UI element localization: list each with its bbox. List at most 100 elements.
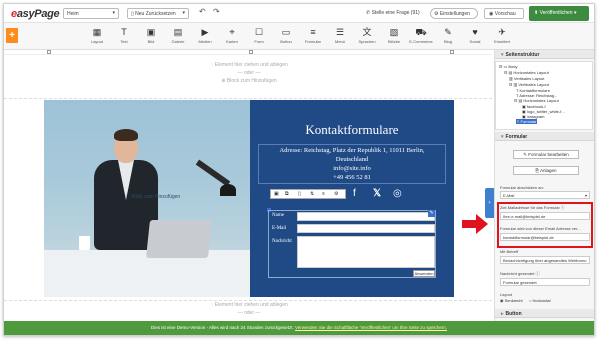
menu-icon: ☰ bbox=[335, 27, 345, 37]
preview-button[interactable]: ◉ Vorschau bbox=[484, 8, 524, 19]
subject-input[interactable]: Benachrichtigung über abgesandtes Webfor… bbox=[500, 256, 590, 264]
form-end-label: Formular abschicken an: bbox=[500, 185, 544, 190]
tool-label: E-Commerce bbox=[409, 39, 433, 44]
drop-text: Element hier ziehen und ablegen bbox=[214, 302, 288, 308]
ruler-marker[interactable] bbox=[47, 50, 51, 54]
layout-label: Layout bbox=[500, 292, 513, 297]
tree-item[interactable]: ▥ Vertikales Layout bbox=[509, 76, 544, 81]
mug bbox=[79, 236, 90, 250]
tool-blog[interactable]: ✎ Blog bbox=[435, 27, 461, 45]
ruler-marker[interactable] bbox=[249, 50, 253, 54]
contact-section[interactable]: ⬚ Klick zum Hinzufügen Kontaktformulare … bbox=[44, 100, 454, 297]
tool-formular[interactable]: ≡ Formular bbox=[300, 27, 326, 45]
editor-canvas[interactable]: ◌ Element hier ziehen und ablegen — oder… bbox=[4, 50, 494, 321]
section-title[interactable]: Kontaktformulare bbox=[250, 122, 454, 138]
add-block-link[interactable]: ⊕ Block zum Hinzufügen bbox=[44, 78, 454, 84]
move-icon[interactable]: ⇅ bbox=[310, 191, 314, 197]
instagram-icon[interactable]: ◎ bbox=[393, 188, 402, 199]
ruler-marker[interactable] bbox=[450, 50, 454, 54]
element-mini-toolbar: ▣ ⧉ ▯ ⇅ ≡ ⚙ bbox=[270, 189, 346, 199]
sender-email-label: Formular wird von dieser Email Adresse v… bbox=[500, 226, 581, 231]
layout-icon[interactable]: ▣ bbox=[274, 191, 279, 197]
tool-layout[interactable]: ▦ Layout bbox=[84, 27, 110, 45]
tool-medien[interactable]: ▶ Medien bbox=[192, 27, 218, 45]
structure-title: Seitenstruktur bbox=[505, 52, 540, 58]
divider bbox=[4, 300, 492, 301]
tree-item-body[interactable]: ⊟ ▭ Body bbox=[499, 64, 517, 69]
pencil-icon[interactable]: ✎ bbox=[428, 210, 435, 217]
submit-button[interactable]: Abwenden bbox=[413, 270, 435, 277]
twitter-x-icon[interactable]: 𝕏 bbox=[373, 188, 381, 199]
tool-text[interactable]: T Text bbox=[111, 27, 137, 45]
page-structure-header[interactable]: ▾ Seitenstruktur bbox=[495, 50, 594, 59]
media-icon: ▶ bbox=[201, 27, 209, 37]
message-field[interactable] bbox=[297, 236, 435, 268]
name-field[interactable] bbox=[297, 212, 435, 221]
publish-button[interactable]: ⬆ Veröffentlichen ▾ bbox=[529, 6, 589, 21]
status-link[interactable]: Verwenden Sie die Schaltfläche 'Veröffen… bbox=[295, 325, 447, 330]
tool-label: Social bbox=[469, 39, 481, 44]
tool-karten[interactable]: ⌖ Karten bbox=[219, 27, 245, 45]
drop-zone-top[interactable]: ◌ Element hier ziehen und ablegen — oder… bbox=[44, 62, 454, 84]
facebook-icon[interactable]: f bbox=[353, 188, 356, 199]
settings-icon[interactable]: ⚙ bbox=[334, 191, 338, 197]
align-icon[interactable]: ≡ bbox=[322, 191, 325, 197]
copy-icon[interactable]: ⧉ bbox=[285, 191, 289, 197]
tool-bild[interactable]: ▣ Bild bbox=[138, 27, 164, 45]
reset-button[interactable]: ▯ Neu Zurücksetzen ▾ bbox=[127, 8, 189, 19]
blocks-icon: ▧ bbox=[389, 27, 399, 37]
tool-erweitert[interactable]: ✈ Erweitert bbox=[489, 27, 515, 45]
tree-item[interactable]: ⊟ ▤ Horizontales Layout bbox=[514, 98, 559, 103]
target-email-input[interactable]: Ihre-e-mail@beispiel.de bbox=[500, 212, 590, 220]
after-send-input[interactable]: Formular gesendet bbox=[500, 278, 590, 286]
element-toolbar: + ▦ Layout T Text ▣ Bild ▤ Galerie ▶ Medien ⌖ Karte… bbox=[4, 23, 594, 50]
form-end-value: E-Mail bbox=[503, 193, 515, 198]
tree-item[interactable]: ⊟ ▤ Horizontales Layout bbox=[504, 70, 549, 75]
tool-form[interactable]: ☐ Form bbox=[246, 27, 272, 45]
email-field[interactable] bbox=[297, 224, 435, 233]
layout-vertical-radio[interactable]: ◉ Senkrecht bbox=[500, 298, 523, 303]
tool-label: Galerie bbox=[171, 39, 185, 44]
form-end-select[interactable]: E-Mail ▾ bbox=[500, 191, 590, 199]
page-select[interactable]: Heim ▾ bbox=[63, 8, 119, 19]
tree-label: Horizontales Layout bbox=[523, 98, 559, 103]
social-icon: ♥ bbox=[472, 27, 478, 37]
gallery-icon: ▤ bbox=[173, 27, 183, 37]
delete-icon[interactable]: ▯ bbox=[298, 191, 301, 197]
ask-question-button[interactable]: ✆ Stelle eine Frage (91) bbox=[366, 8, 424, 19]
divider bbox=[4, 98, 492, 99]
tool-galerie[interactable]: ▤ Galerie bbox=[165, 27, 191, 45]
tool-label: Erweitert bbox=[494, 39, 510, 44]
chevron-down-icon: ▾ bbox=[584, 193, 587, 198]
tool-social[interactable]: ♥ Social bbox=[462, 27, 488, 45]
undo-icon[interactable]: ↶ bbox=[199, 7, 206, 16]
tree-item-selected[interactable]: ≡ Formular bbox=[516, 119, 538, 124]
sender-email-input[interactable]: kontaktformular@beispiel.de bbox=[500, 233, 590, 241]
tool-label: Formular bbox=[304, 39, 321, 44]
tool-e-commerce[interactable]: ⛟ E-Commerce bbox=[408, 27, 434, 45]
contact-form[interactable]: Name E-Mail Nachricht Abwenden bbox=[268, 210, 436, 278]
red-arrow-annotation bbox=[462, 214, 488, 234]
address-block[interactable]: Adresse: Reichstag, Platz der Republik 1… bbox=[258, 144, 446, 184]
radio-label: Horizontal bbox=[532, 298, 551, 303]
tree-item[interactable]: ⊟ ▥ Vertikales Layout bbox=[509, 82, 549, 87]
drop-hint: ◌ Element hier ziehen und ablegen bbox=[210, 302, 288, 308]
layout-horizontal-radio[interactable]: ○ Horizontal bbox=[529, 298, 551, 303]
publish-icon: ⬆ bbox=[534, 10, 539, 16]
tool-sprachen[interactable]: 文 Sprachen bbox=[354, 27, 380, 45]
edit-form-button[interactable]: ✎ Formular bearbeiten bbox=[513, 150, 579, 159]
email-label: E-Mail bbox=[272, 226, 287, 231]
tool-label: Button bbox=[280, 39, 292, 44]
businessman-photo[interactable]: ⬚ Klick zum Hinzufügen bbox=[44, 100, 250, 297]
button-section-header[interactable]: ▸ Button bbox=[495, 309, 594, 318]
tool-button[interactable]: ▭ Button bbox=[273, 27, 299, 45]
attachments-button[interactable]: ⎘ Anlagen bbox=[513, 166, 579, 175]
tool-bl-cke[interactable]: ▧ Blöcke bbox=[381, 27, 407, 45]
settings-button[interactable]: ⚙ Einstellungen bbox=[430, 8, 478, 19]
add-element-button[interactable]: + bbox=[6, 28, 18, 43]
tool-men-[interactable]: ☰ Menü bbox=[327, 27, 353, 45]
redo-icon[interactable]: ↷ bbox=[213, 7, 220, 16]
drop-zone-bottom[interactable]: ◌ Element hier ziehen und ablegen — oder… bbox=[44, 302, 454, 316]
form-section-header[interactable]: ▾ Formular bbox=[495, 132, 594, 141]
address-line: Adresse: Reichstag, Platz der Republik 1… bbox=[279, 147, 425, 154]
